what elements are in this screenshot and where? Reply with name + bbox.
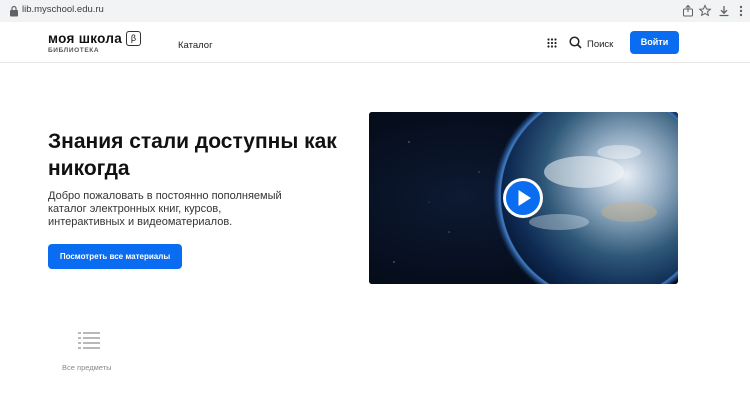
view-all-materials-button[interactable]: Посмотреть все материалы <box>48 244 182 269</box>
apps-grid-icon[interactable] <box>547 38 557 48</box>
browser-address-bar: lib.myschool.edu.ru <box>0 0 750 23</box>
hero-description: Добро пожаловать в постоянно пополняемый… <box>48 190 282 228</box>
nav-catalog-link[interactable]: Каталог <box>178 40 213 51</box>
beta-badge: β <box>126 31 141 46</box>
logo-title[interactable]: моя школа <box>48 31 122 46</box>
login-button[interactable]: Войти <box>630 31 679 54</box>
star-icon[interactable] <box>698 4 712 18</box>
search-icon[interactable] <box>569 36 582 49</box>
list-icon[interactable] <box>78 331 100 349</box>
hero-title: Знания стали доступны как никогда <box>48 130 337 180</box>
download-icon[interactable] <box>717 4 731 18</box>
site-header: моя школа β БИБЛИОТЕКА Каталог Поиск Вой… <box>0 22 750 63</box>
all-subjects-link[interactable]: Все предметы <box>62 363 112 372</box>
menu-dots-icon[interactable] <box>734 4 748 18</box>
search-link[interactable]: Поиск <box>587 39 613 50</box>
hero-video[interactable] <box>369 112 678 284</box>
address-url[interactable]: lib.myschool.edu.ru <box>22 4 104 15</box>
logo-subtitle[interactable]: БИБЛИОТЕКА <box>48 47 99 54</box>
share-icon[interactable] <box>681 4 695 18</box>
play-icon[interactable] <box>502 177 544 219</box>
lock-icon[interactable] <box>9 5 19 17</box>
